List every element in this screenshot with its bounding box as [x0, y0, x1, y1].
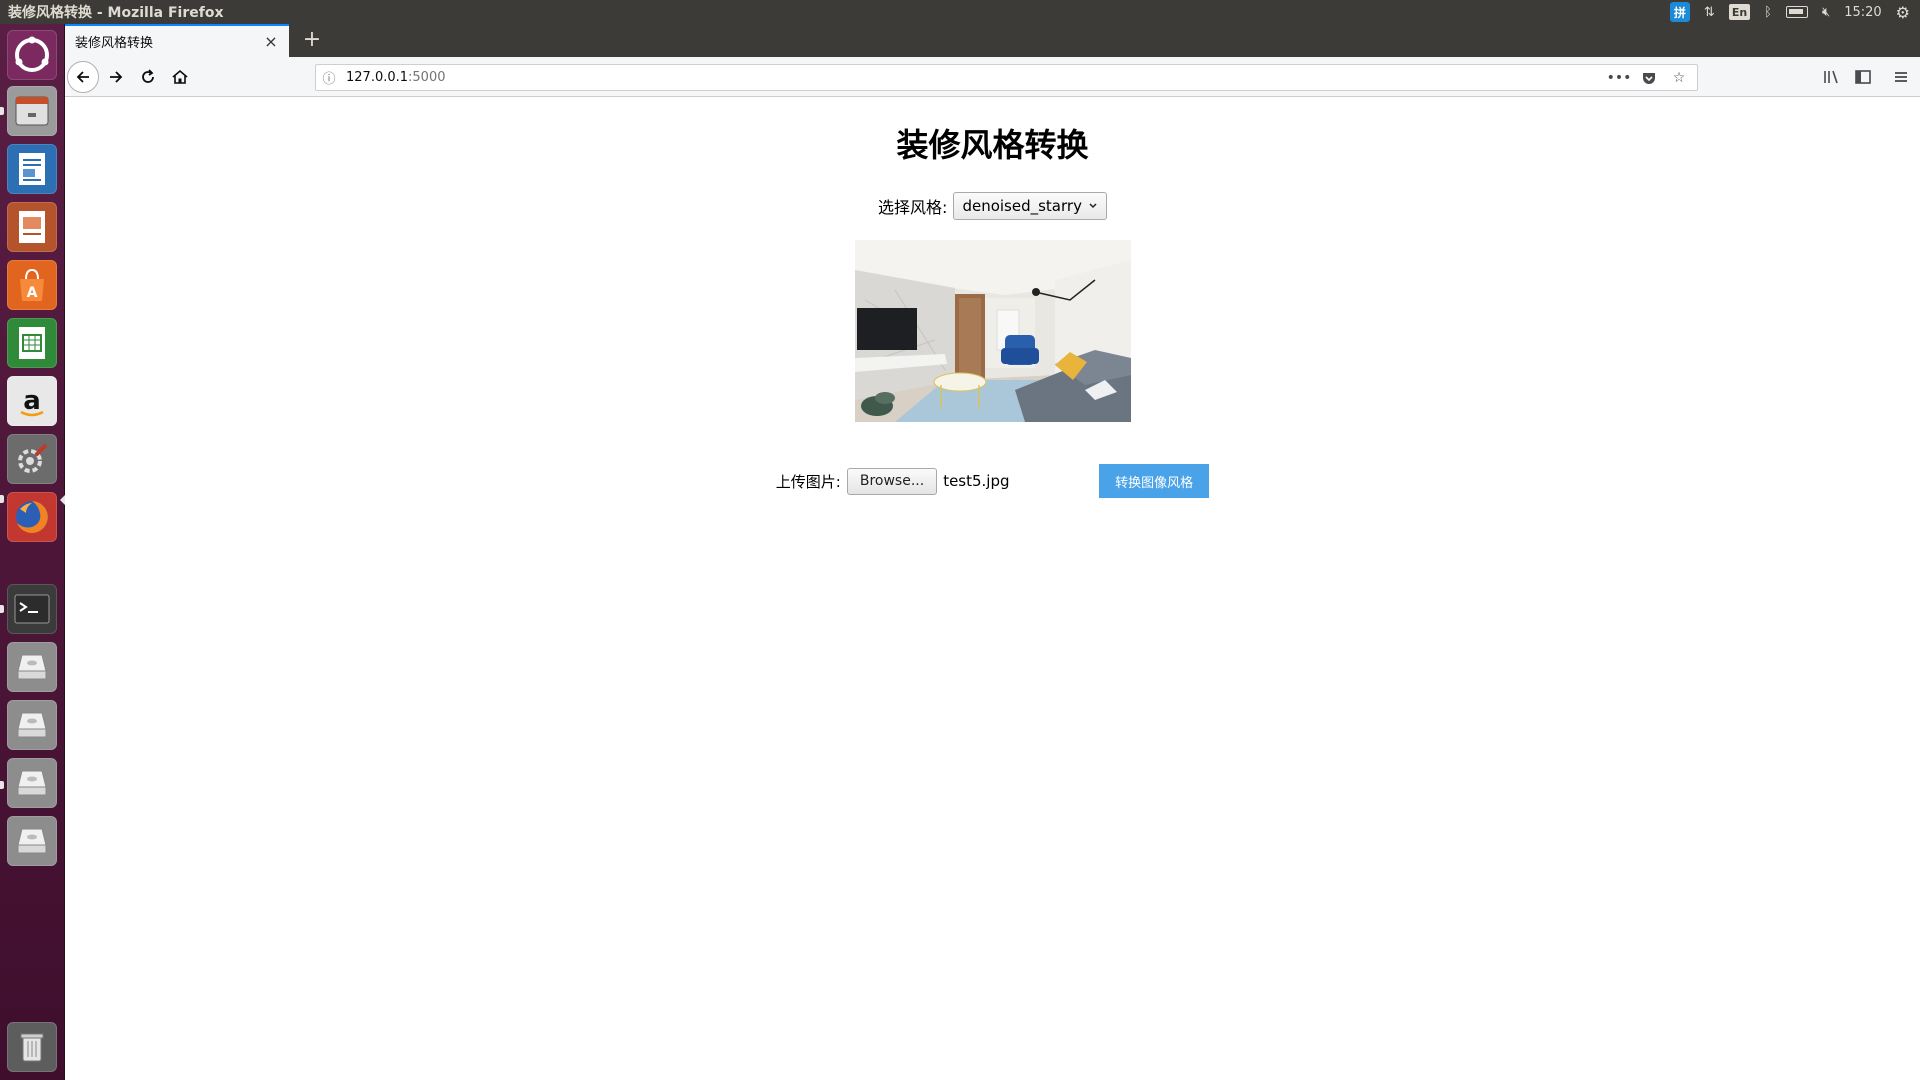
site-info-icon[interactable]: ⓘ — [316, 68, 342, 87]
browse-button[interactable]: Browse... — [846, 467, 938, 495]
files-icon[interactable] — [7, 86, 57, 136]
svg-text:A: A — [27, 285, 38, 301]
forward-button[interactable] — [100, 61, 132, 93]
drive-icon[interactable] — [7, 700, 57, 750]
keyboard-layout-icon[interactable]: En — [1728, 4, 1751, 20]
reload-button[interactable] — [132, 61, 164, 93]
url-port: :5000 — [408, 70, 446, 85]
system-tray: 拼 ⇅ En ᛒ 🔇︎ 15:20 ⚙ — [1669, 2, 1920, 22]
tab-strip: 装修风格转换 × + — [65, 24, 1920, 57]
sidebar-icon[interactable] — [1849, 63, 1877, 91]
clock[interactable]: 15:20 — [1844, 2, 1881, 22]
page-content: 装修风格转换 选择风格: denoised_starry 上传图片: Brows… — [65, 98, 1920, 1080]
upload-label: 上传图片: — [775, 472, 841, 491]
back-arrow-icon — [76, 71, 89, 83]
url-bar[interactable]: ⓘ 127.0.0.1:5000 ••• ☆ — [315, 64, 1698, 91]
new-tab-button[interactable]: + — [299, 28, 325, 54]
drive-icon[interactable] — [7, 758, 57, 808]
url-text[interactable]: 127.0.0.1:5000 — [342, 70, 1609, 85]
writer-icon[interactable] — [7, 144, 57, 194]
url-host: 127.0.0.1 — [346, 70, 409, 85]
back-button[interactable] — [67, 61, 99, 93]
browser-tab[interactable]: 装修风格转换 × — [65, 24, 289, 57]
unity-launcher: A a — [0, 24, 65, 1080]
window-title: 装修风格转换 - Mozilla Firefox — [8, 5, 224, 21]
navigation-toolbar: ⓘ 127.0.0.1:5000 ••• ☆ — [65, 57, 1920, 97]
volume-muted-icon[interactable]: 🔇︎ — [1822, 2, 1830, 22]
session-gear-icon[interactable]: ⚙ — [1896, 2, 1910, 22]
home-icon — [172, 69, 188, 84]
style-label: 选择风格: — [878, 198, 948, 217]
network-icon[interactable]: ⇅ — [1704, 2, 1715, 22]
ubuntu-dash-icon[interactable] — [7, 30, 57, 80]
battery-icon[interactable] — [1785, 2, 1808, 22]
reload-icon — [142, 69, 154, 83]
page-title: 装修风格转换 — [896, 126, 1089, 164]
library-icon[interactable] — [1817, 63, 1845, 91]
impress-icon[interactable] — [7, 202, 57, 252]
selected-file-name: test5.jpg — [943, 472, 1010, 490]
terminal-icon[interactable] — [7, 584, 57, 634]
system-top-bar: 装修风格转换 - Mozilla Firefox 拼 ⇅ En ᛒ 🔇︎ 15:… — [0, 0, 1920, 24]
trash-icon[interactable] — [7, 1022, 57, 1072]
software-center-icon[interactable]: A — [7, 260, 57, 310]
firefox-icon[interactable] — [7, 492, 57, 542]
page-actions-icon[interactable]: ••• — [1607, 68, 1632, 88]
style-select[interactable]: denoised_starry — [953, 192, 1107, 220]
home-button[interactable] — [164, 61, 196, 93]
chevron-down-icon — [1089, 203, 1097, 209]
tab-close-icon[interactable]: × — [263, 33, 279, 50]
svg-text:a: a — [23, 386, 41, 416]
style-select-value: denoised_starry — [962, 197, 1082, 215]
system-settings-icon[interactable] — [7, 434, 57, 484]
upload-row: 上传图片: Browse... test5.jpg 转换图像风格 — [65, 464, 1920, 498]
bookmark-star-icon[interactable]: ☆ — [1669, 68, 1689, 88]
bluetooth-icon[interactable]: ᛒ — [1764, 2, 1772, 22]
style-selector-row: 选择风格: denoised_starry — [65, 192, 1920, 220]
convert-style-button[interactable]: 转换图像风格 — [1099, 464, 1210, 498]
tab-title: 装修风格转换 — [75, 36, 154, 51]
input-method-icon[interactable]: 拼 — [1669, 2, 1690, 22]
menu-hamburger-icon[interactable] — [1887, 63, 1915, 91]
room-preview-image — [855, 240, 1131, 422]
drive-icon[interactable] — [7, 642, 57, 692]
forward-arrow-icon — [110, 71, 123, 83]
pocket-icon[interactable] — [1639, 68, 1659, 88]
drive-icon[interactable] — [7, 816, 57, 866]
calc-icon[interactable] — [7, 318, 57, 368]
amazon-icon[interactable]: a — [7, 376, 57, 426]
